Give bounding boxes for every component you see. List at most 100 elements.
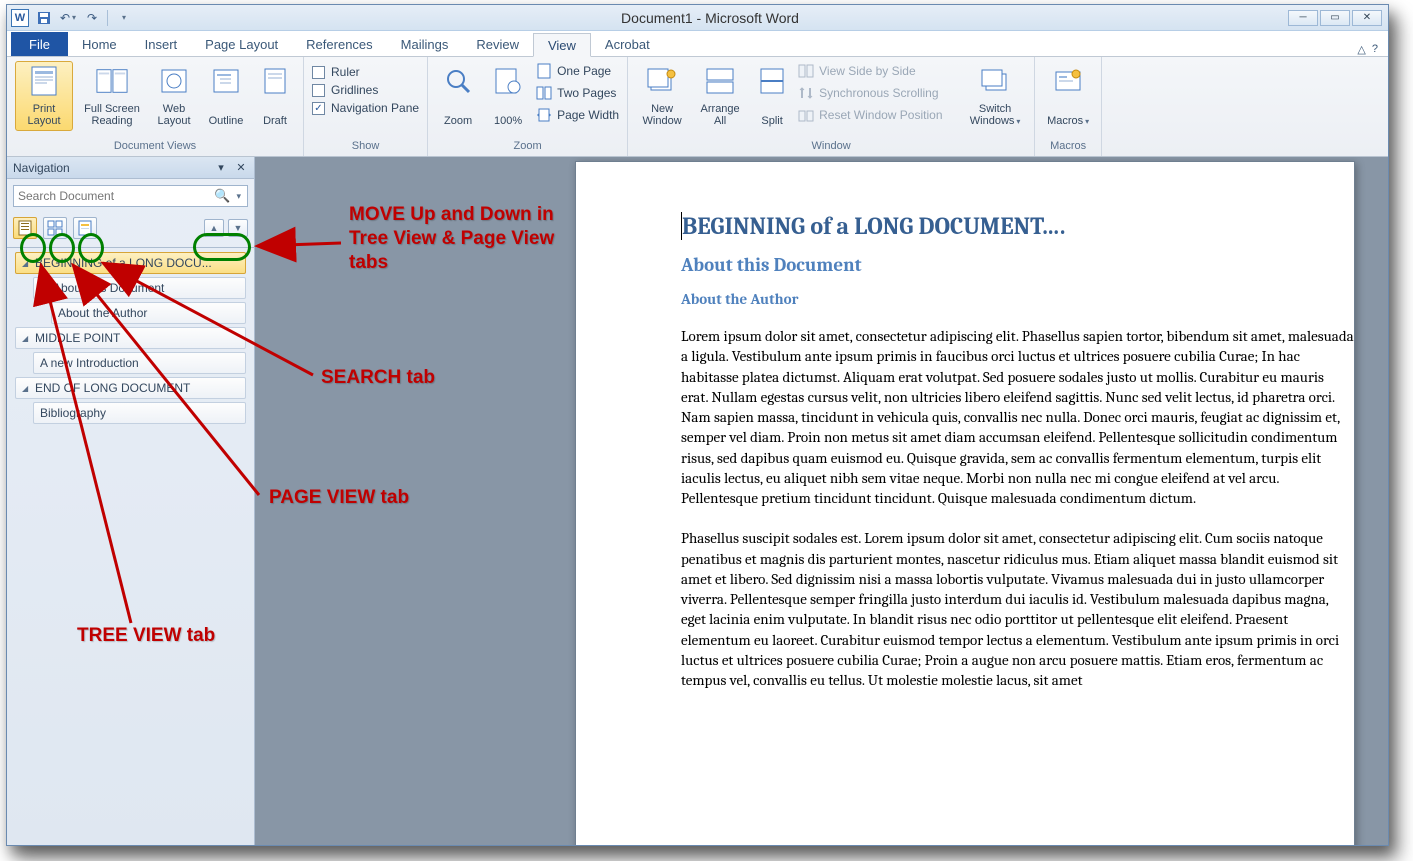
- tree-item-label: MIDDLE POINT: [35, 331, 120, 345]
- qat-separator: [107, 10, 108, 26]
- qat-redo-button[interactable]: ↷: [83, 9, 101, 27]
- doc-heading-1[interactable]: BEGINNING of a LONG DOCUMENT….: [681, 212, 1354, 240]
- web-layout-icon: [158, 65, 190, 97]
- qat-save-button[interactable]: [35, 9, 53, 27]
- main-area: Navigation ▾ ✕ 🔍 ▾: [7, 157, 1388, 845]
- ruler-checkbox[interactable]: Ruler: [312, 65, 419, 79]
- outline-label: Outline: [209, 115, 244, 127]
- zoom-100-button[interactable]: 100%: [486, 61, 530, 131]
- print-layout-icon: [28, 65, 60, 97]
- switch-windows-button[interactable]: Switch Windows▾: [964, 61, 1026, 131]
- web-layout-button[interactable]: Web Layout: [151, 61, 197, 131]
- tab-insert[interactable]: Insert: [131, 32, 192, 56]
- document-area[interactable]: BEGINNING of a LONG DOCUMENT…. About thi…: [255, 157, 1388, 845]
- nav-tab-headings[interactable]: [13, 217, 37, 239]
- synchronous-scrolling-button[interactable]: Synchronous Scrolling: [798, 83, 958, 103]
- doc-paragraph-2[interactable]: Phasellus suscipit sodales est. Lorem ip…: [681, 528, 1354, 690]
- caret-icon: ◢: [22, 259, 30, 268]
- tab-review[interactable]: Review: [462, 32, 533, 56]
- nav-next-button[interactable]: ▼: [228, 219, 248, 237]
- new-window-button[interactable]: New Window: [636, 61, 688, 131]
- tree-item[interactable]: ◢About this Document: [33, 277, 246, 299]
- window-controls: ─ ▭ ✕: [1288, 10, 1388, 26]
- full-screen-reading-button[interactable]: Full Screen Reading: [79, 61, 145, 131]
- tree-item[interactable]: Bibliography: [33, 402, 246, 424]
- two-pages-button[interactable]: Two Pages: [536, 83, 619, 103]
- outline-button[interactable]: Outline: [203, 61, 249, 131]
- qat-undo-button[interactable]: ↶▾: [59, 9, 77, 27]
- draft-icon: [259, 65, 291, 97]
- nav-prev-button[interactable]: ▲: [204, 219, 224, 237]
- quick-access-toolbar: W ↶▾ ↷ ▾: [7, 9, 132, 27]
- tab-home[interactable]: Home: [68, 32, 131, 56]
- arrange-all-label: Arrange All: [697, 103, 743, 127]
- tab-page-layout[interactable]: Page Layout: [191, 32, 292, 56]
- zoom-100-icon: [492, 65, 524, 97]
- tab-references[interactable]: References: [292, 32, 386, 56]
- page-width-button[interactable]: Page Width: [536, 105, 619, 125]
- print-layout-button[interactable]: Print Layout: [15, 61, 73, 131]
- doc-heading-2[interactable]: About this Document: [681, 254, 1354, 276]
- search-icon[interactable]: 🔍: [210, 188, 234, 204]
- tree-item[interactable]: ◢MIDDLE POINT: [15, 327, 246, 349]
- view-side-by-side-button[interactable]: View Side by Side: [798, 61, 958, 81]
- print-layout-label: Print Layout: [18, 103, 70, 127]
- tree-item[interactable]: A new Introduction: [33, 352, 246, 374]
- navigation-panel: Navigation ▾ ✕ 🔍 ▾: [7, 157, 255, 845]
- nav-tab-results[interactable]: [73, 217, 97, 239]
- window-title: Document1 - Microsoft Word: [132, 10, 1288, 26]
- tree-view-icon: [18, 220, 32, 236]
- search-results-icon: [78, 220, 92, 236]
- reset-window-position-button[interactable]: Reset Window Position: [798, 105, 958, 125]
- navigation-pane-checkbox[interactable]: ✓Navigation Pane: [312, 101, 419, 115]
- nav-tree: ◢ BEGINNING of a LONG DOCU... ◢About this …: [7, 248, 254, 428]
- maximize-button[interactable]: ▭: [1320, 10, 1350, 26]
- zoom-button[interactable]: Zoom: [436, 61, 480, 131]
- doc-paragraph-1[interactable]: Lorem ipsum dolor sit amet, consectetur …: [681, 326, 1354, 508]
- word-icon: W: [11, 9, 29, 27]
- draft-button[interactable]: Draft: [255, 61, 295, 131]
- gridlines-checkbox[interactable]: Gridlines: [312, 83, 419, 97]
- search-input[interactable]: [18, 189, 210, 203]
- navigation-title: Navigation: [13, 161, 70, 175]
- tab-acrobat[interactable]: Acrobat: [591, 32, 664, 56]
- document-page[interactable]: BEGINNING of a LONG DOCUMENT…. About thi…: [575, 161, 1355, 845]
- side-by-side-label: View Side by Side: [819, 64, 916, 78]
- search-dropdown[interactable]: ▾: [234, 191, 243, 202]
- arrange-all-icon: [704, 65, 736, 97]
- nav-tab-pages[interactable]: [43, 217, 67, 239]
- tree-item[interactable]: ◢END OF LONG DOCUMENT: [15, 377, 246, 399]
- tree-item-label: END OF LONG DOCUMENT: [35, 381, 190, 395]
- full-screen-label: Full Screen Reading: [82, 103, 142, 127]
- close-button[interactable]: ✕: [1352, 10, 1382, 26]
- ribbon-collapse[interactable]: △ ?: [1357, 43, 1388, 56]
- arrange-all-button[interactable]: Arrange All: [694, 61, 746, 131]
- group-window-label: Window: [636, 138, 1026, 154]
- nav-tabs: ▲ ▼: [7, 213, 254, 248]
- tab-view[interactable]: View: [533, 33, 591, 57]
- nav-close-button[interactable]: ✕: [234, 161, 248, 175]
- zoom-icon: [442, 65, 474, 97]
- minimize-button[interactable]: ─: [1288, 10, 1318, 26]
- sync-scroll-label: Synchronous Scrolling: [819, 86, 938, 100]
- group-window: New Window Arrange All Split View Side b…: [628, 57, 1035, 156]
- side-by-side-icon: [798, 63, 814, 79]
- tree-item-label: BEGINNING of a LONG DOCU...: [35, 256, 212, 270]
- split-button[interactable]: Split: [752, 61, 792, 131]
- ruler-label: Ruler: [331, 65, 360, 79]
- two-pages-icon: [536, 85, 552, 101]
- nav-search-box[interactable]: 🔍 ▾: [13, 185, 248, 207]
- macros-button[interactable]: Macros▾: [1043, 61, 1093, 131]
- tree-item[interactable]: About the Author: [51, 302, 246, 324]
- tree-item[interactable]: ◢ BEGINNING of a LONG DOCU...: [15, 252, 246, 274]
- ribbon-body: Print Layout Full Screen Reading Web Lay…: [7, 57, 1388, 157]
- nav-dropdown-button[interactable]: ▾: [214, 161, 228, 175]
- macros-label: Macros: [1047, 115, 1083, 127]
- qat-customize-button[interactable]: ▾: [114, 9, 132, 27]
- doc-heading-3[interactable]: About the Author: [681, 290, 1354, 308]
- tab-mailings[interactable]: Mailings: [387, 32, 463, 56]
- one-page-button[interactable]: One Page: [536, 61, 619, 81]
- group-macros-label: Macros: [1043, 138, 1093, 154]
- tree-item-label: Bibliography: [40, 406, 106, 420]
- file-tab[interactable]: File: [11, 32, 68, 56]
